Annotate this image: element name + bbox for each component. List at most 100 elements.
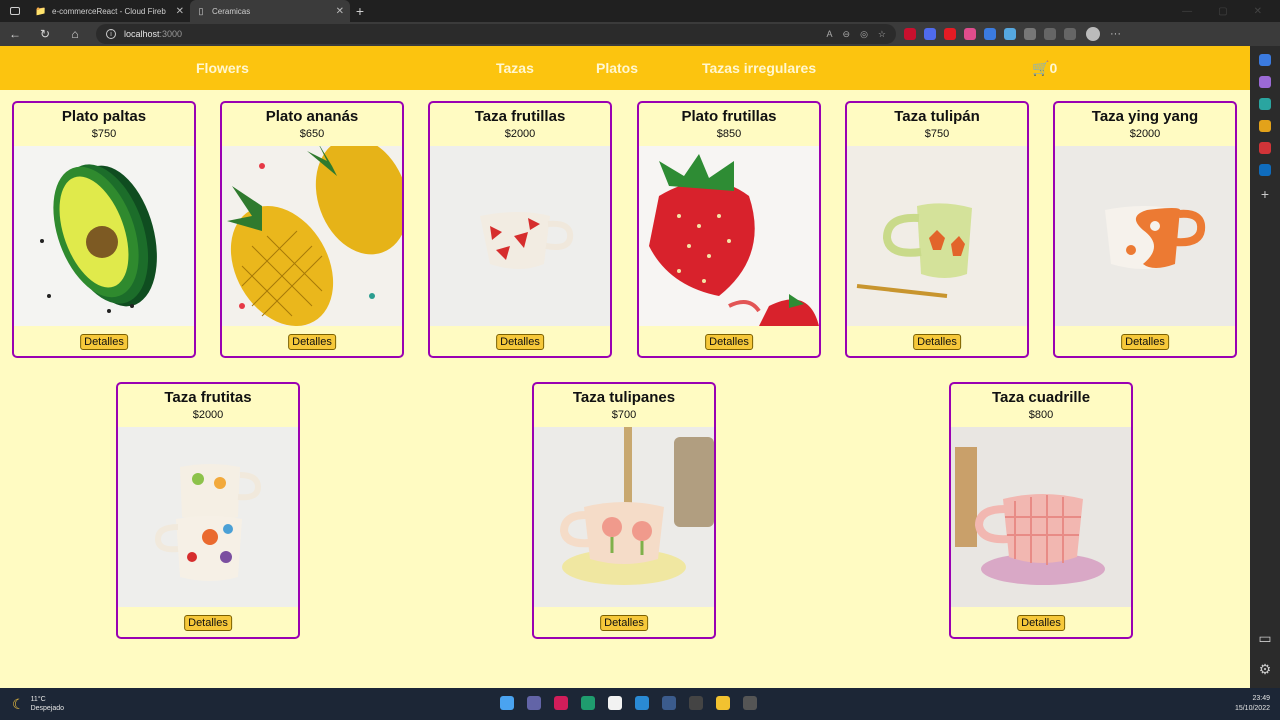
nav-link-tazas[interactable]: Tazas [496,60,534,76]
product-price: $700 [611,409,637,421]
back-icon[interactable]: ← [0,27,30,41]
product-title: Taza cuadrille [991,389,1091,406]
detalles-button[interactable]: Detalles [1017,615,1065,631]
tab-actions-icon [10,7,20,15]
file-icon[interactable] [608,696,622,710]
product-price: $750 [924,128,950,140]
extensions-icon[interactable] [1024,28,1036,40]
minimize-icon[interactable]: — [1182,6,1192,17]
detalles-button[interactable]: Detalles [600,615,648,631]
product-card: Taza tulipanes $700 Detalles [532,382,716,639]
close-tab-icon[interactable]: ✕ [336,6,344,17]
tools-icon[interactable] [1259,98,1271,110]
browser-sidebar: + ▭ ⚙ [1250,46,1280,688]
window-controls: — ▢ ✕ [1182,6,1280,17]
browser-toolbar: ← ↻ ⌂ i localhost:3000 A ⊖ ◎ ☆ ··· [0,22,1280,46]
profile-avatar[interactable] [1086,27,1100,41]
favorite-icon[interactable]: ☆ [878,29,886,40]
detalles-button[interactable]: Detalles [913,334,961,350]
new-tab-button[interactable]: + [350,3,370,19]
media-icon[interactable] [743,696,757,710]
shopping-icon[interactable] [1259,76,1271,88]
games-icon[interactable] [1259,120,1271,132]
read-aloud-icon[interactable]: A [827,29,833,40]
zoom-icon[interactable]: ⊖ [843,29,851,40]
vscode-icon[interactable] [635,696,649,710]
extensions-bar [904,28,1076,40]
explorer-icon[interactable] [716,696,730,710]
folder-icon: 📁 [35,5,47,16]
browser-tab-ceramicas[interactable]: ▯ Ceramicas ✕ [190,0,350,22]
weather-status: Despejado [30,705,65,712]
tulip-mug-image [847,146,1027,326]
detalles-button[interactable]: Detalles [705,334,753,350]
outlook-icon[interactable] [1259,164,1271,176]
cart-icon: 🛒 [1032,60,1050,76]
sidebar-toggle-icon[interactable]: ▭ [1258,630,1271,647]
add-icon[interactable]: + [1261,186,1269,202]
cart-count: 0 [1049,60,1058,76]
steam-icon[interactable] [662,696,676,710]
settings-icon[interactable]: ⚙ [1259,661,1272,678]
search-icon[interactable] [1259,54,1271,66]
extension-icon[interactable] [1004,28,1016,40]
weather-widget[interactable]: ☾ 11°C Despejado [0,695,64,713]
detalles-button[interactable]: Detalles [496,334,544,350]
office-icon[interactable] [1259,142,1271,154]
favorites-icon[interactable] [1044,28,1056,40]
edge-icon[interactable] [581,696,595,710]
detalles-button[interactable]: Detalles [288,334,336,350]
adblock-icon[interactable] [944,28,956,40]
product-price: $2000 [192,409,224,421]
home-icon[interactable]: ⌂ [60,27,90,41]
product-price: $2000 [504,128,536,140]
brand-link[interactable]: Flowers [196,60,249,76]
maximize-icon[interactable]: ▢ [1218,6,1227,17]
tulips-mug-image [534,427,714,607]
cart-widget[interactable]: 🛒0 [1032,60,1057,77]
collections-icon[interactable] [1064,28,1076,40]
start-icon[interactable] [500,696,514,710]
app-icon[interactable] [554,696,568,710]
extension-icon[interactable] [984,28,996,40]
extension-icon[interactable] [924,28,936,40]
tab-actions-button[interactable] [0,0,30,22]
product-title: Taza ying yang [1091,108,1199,125]
extension-icon[interactable] [964,28,976,40]
url-host: localhost [124,29,160,39]
product-title: Plato ananás [265,108,359,125]
nav-link-platos[interactable]: Platos [596,60,638,76]
close-tab-icon[interactable]: ✕ [176,6,184,17]
tab-title: Ceramicas [212,6,251,16]
more-icon[interactable]: ··· [1110,28,1121,40]
clock-time: 23:49 [1252,695,1270,702]
detalles-button[interactable]: Detalles [184,615,232,631]
nav-link-tazas-irregulares[interactable]: Tazas irregulares [702,60,816,76]
product-card: Plato ananás $650 Detalles [220,101,404,358]
detalles-button[interactable]: Detalles [1121,334,1169,350]
tab-title: e-commerceReact - Cloud Fireb [52,6,166,16]
yinyang-mug-image [1055,146,1235,326]
site-info-icon[interactable]: i [106,29,116,39]
extension-icon[interactable] [904,28,916,40]
taskbar-apps [500,696,757,710]
product-card: Taza ying yang $2000 Detalles [1053,101,1237,358]
page-icon: ▯ [198,5,204,16]
product-price: $850 [716,128,742,140]
system-clock[interactable]: 23:49 15/10/2022 [1235,694,1270,714]
product-title: Plato frutillas [681,108,777,125]
temperature: 11°C [30,696,46,703]
close-window-icon[interactable]: ✕ [1254,6,1262,17]
site-navbar: Flowers Tazas Platos Tazas irregulares 🛒… [0,46,1250,90]
tracking-icon[interactable]: ◎ [860,29,868,40]
obs-icon[interactable] [689,696,703,710]
product-price: $800 [1028,409,1054,421]
strawberry-plate-image [639,146,819,326]
address-bar[interactable]: i localhost:3000 A ⊖ ◎ ☆ [96,24,896,44]
detalles-button[interactable]: Detalles [80,334,128,350]
browser-tab-firebase[interactable]: 📁 e-commerceReact - Cloud Fireb ✕ [30,0,190,22]
product-card: Plato frutillas $850 Detalles [637,101,821,358]
moon-icon: ☾ [12,695,25,712]
teams-icon[interactable] [527,696,541,710]
refresh-icon[interactable]: ↻ [30,27,60,41]
